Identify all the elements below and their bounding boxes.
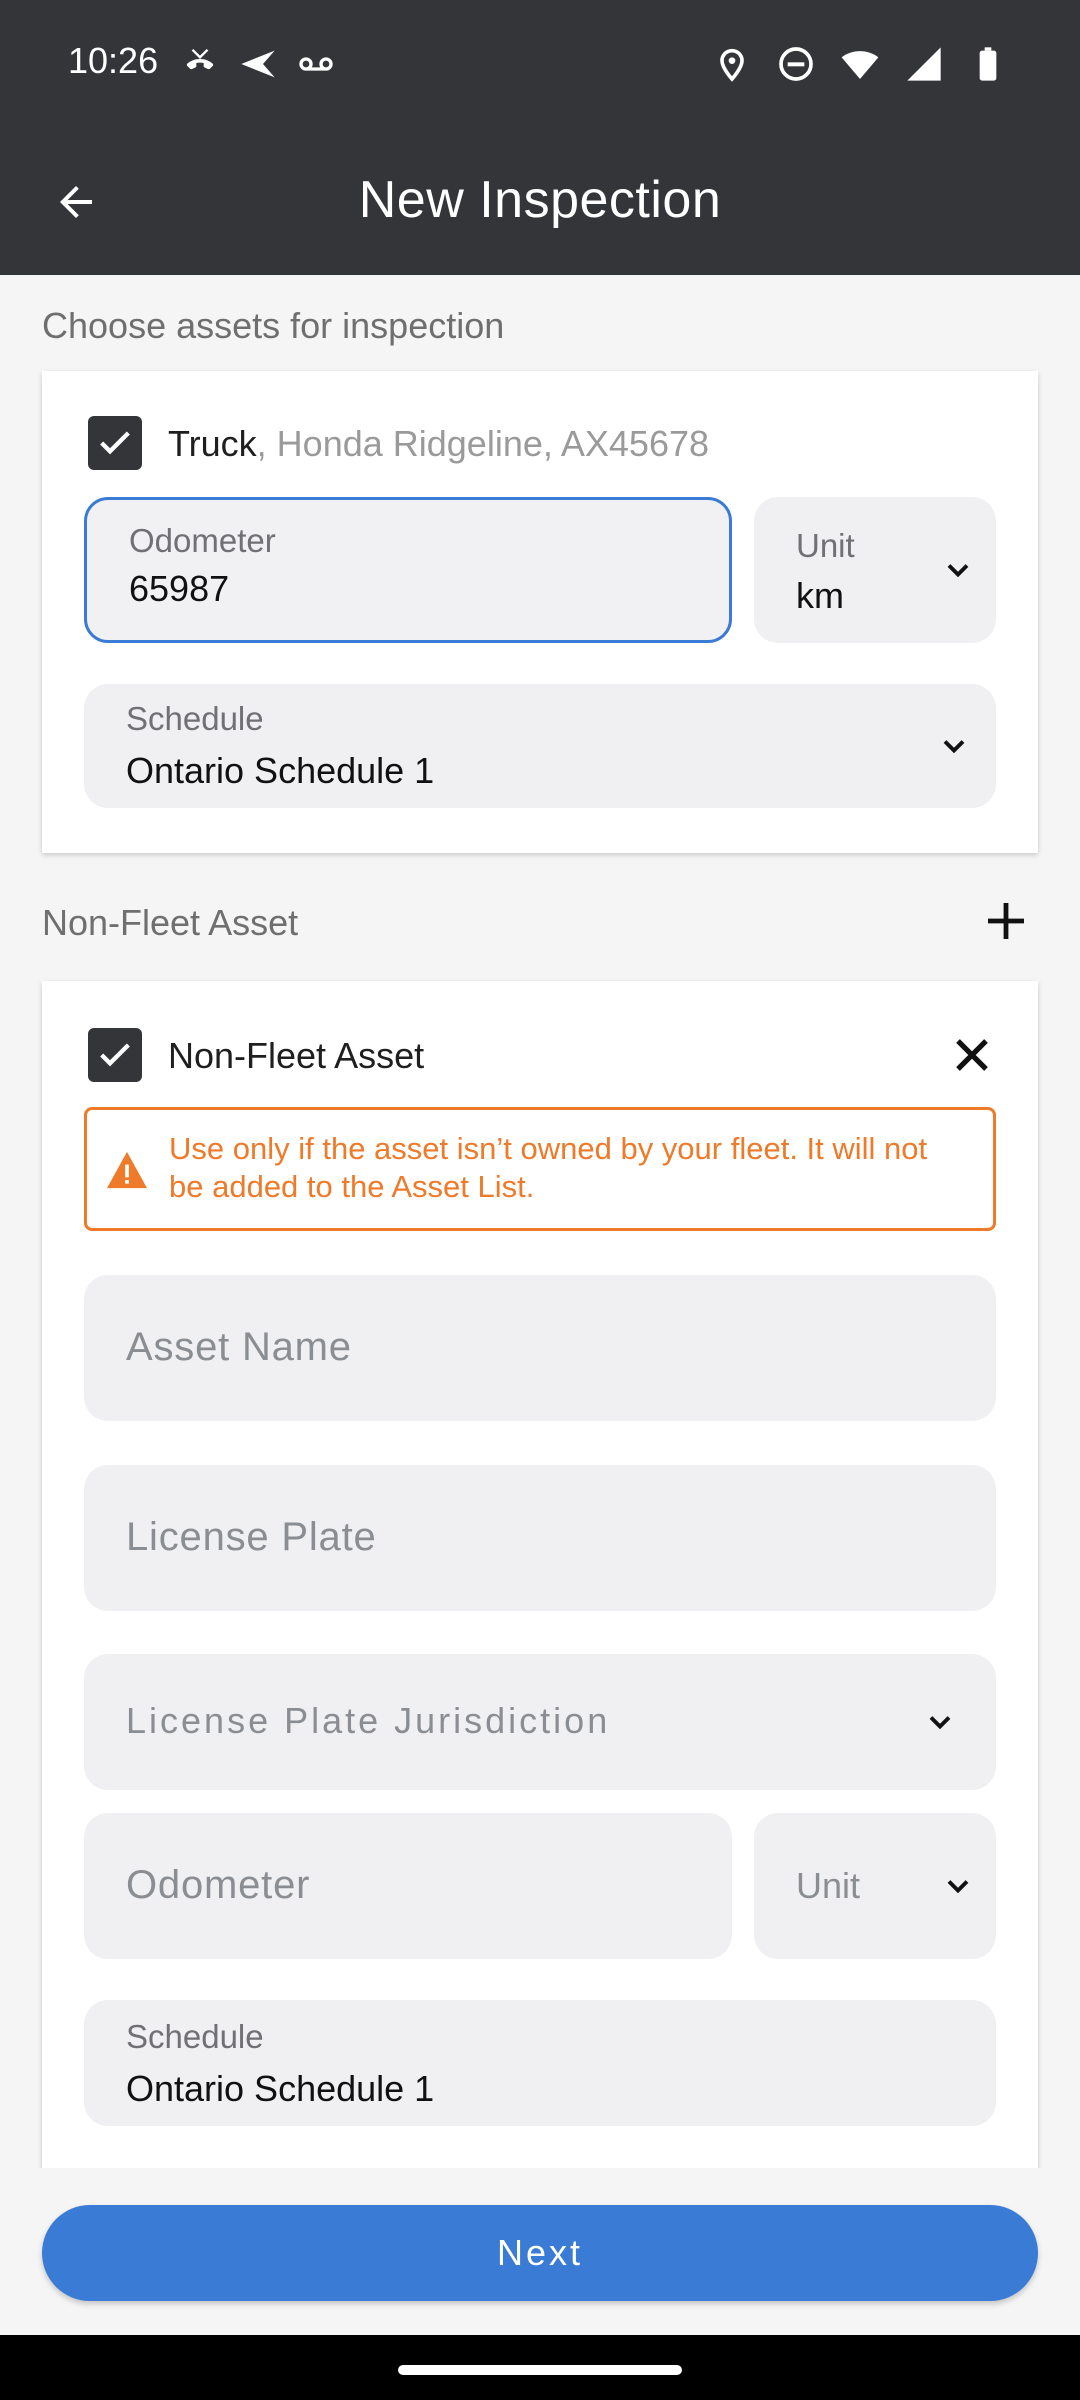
asset-name-placeholder: Asset Name	[126, 1325, 352, 1369]
app-bar: New Inspection	[0, 130, 1080, 275]
checkmark-icon	[100, 1043, 130, 1067]
send-icon	[241, 50, 275, 78]
warning-banner: Use only if the asset isn’t owned by you…	[84, 1107, 996, 1231]
odometer-placeholder: Odometer	[126, 1863, 311, 1907]
do-not-disturb-icon	[779, 47, 813, 81]
remove-non-fleet-button[interactable]	[948, 1031, 996, 1079]
missed-call-icon	[186, 49, 214, 70]
section-label-non-fleet: Non-Fleet Asset	[42, 902, 299, 943]
unit-label: Unit	[796, 527, 855, 564]
odometer-label: Odometer	[129, 522, 276, 559]
wifi-icon	[841, 51, 879, 79]
odometer-field[interactable]: Odometer 65987	[84, 497, 732, 643]
asset-details: , Honda Ridgeline, AX45678	[256, 423, 710, 464]
fleet-asset-card: Truck, Honda Ridgeline, AX45678 Odometer…	[42, 371, 1038, 853]
warning-icon	[107, 1151, 147, 1189]
location-icon	[720, 48, 744, 82]
schedule-label: Schedule	[126, 2018, 264, 2055]
plus-icon	[988, 903, 1024, 939]
asset-name-input[interactable]: Asset Name	[84, 1275, 996, 1421]
chevron-down-icon	[947, 1880, 969, 1894]
unit-placeholder: Unit	[796, 1865, 861, 1906]
license-plate-placeholder: License Plate	[126, 1515, 377, 1559]
non-fleet-odometer-input[interactable]: Odometer	[84, 1813, 732, 1959]
schedule-value: Ontario Schedule 1	[126, 2068, 435, 2109]
status-time: 10:26	[68, 40, 159, 81]
asset-title: Truck, Honda Ridgeline, AX45678	[168, 423, 709, 465]
signal-icon	[907, 47, 941, 81]
schedule-select[interactable]: Schedule Ontario Schedule 1	[84, 684, 996, 808]
asset-checkbox[interactable]	[88, 416, 142, 470]
asset-name: Truck	[168, 423, 257, 464]
unit-select[interactable]: Unit km	[754, 497, 996, 643]
jurisdiction-placeholder: License Plate Jurisdiction	[126, 1700, 611, 1741]
battery-icon	[979, 47, 997, 81]
non-fleet-schedule-select[interactable]: Schedule Ontario Schedule 1	[84, 2000, 996, 2126]
next-button[interactable]: Next	[42, 2205, 1038, 2301]
chevron-down-icon	[929, 1716, 951, 1730]
section-label-assets: Choose assets for inspection	[42, 305, 505, 346]
unit-value: km	[796, 575, 844, 616]
voicemail-icon	[299, 57, 333, 71]
add-non-fleet-asset-button[interactable]	[982, 897, 1030, 945]
jurisdiction-select[interactable]: License Plate Jurisdiction	[84, 1654, 996, 1790]
warning-text: Use only if the asset isn’t owned by you…	[169, 1131, 928, 1204]
chevron-down-icon	[947, 564, 969, 578]
status-bar: 10:26	[0, 0, 1080, 130]
license-plate-input[interactable]: License Plate	[84, 1465, 996, 1611]
system-nav-bar	[0, 2335, 1080, 2400]
schedule-value: Ontario Schedule 1	[126, 750, 435, 791]
close-icon	[956, 1039, 988, 1071]
home-gesture-handle[interactable]	[398, 2365, 682, 2375]
non-fleet-unit-select[interactable]: Unit	[754, 1813, 996, 1959]
odometer-value: 65987	[129, 568, 230, 609]
page-title: New Inspection	[358, 171, 722, 229]
schedule-label: Schedule	[126, 700, 264, 737]
checkmark-icon	[100, 431, 130, 455]
non-fleet-checkbox[interactable]	[88, 1028, 142, 1082]
main-content: Choose assets for inspection Truck, Hond…	[0, 275, 1080, 2168]
chevron-down-icon	[943, 740, 965, 754]
non-fleet-title: Non-Fleet Asset	[168, 1035, 425, 1076]
